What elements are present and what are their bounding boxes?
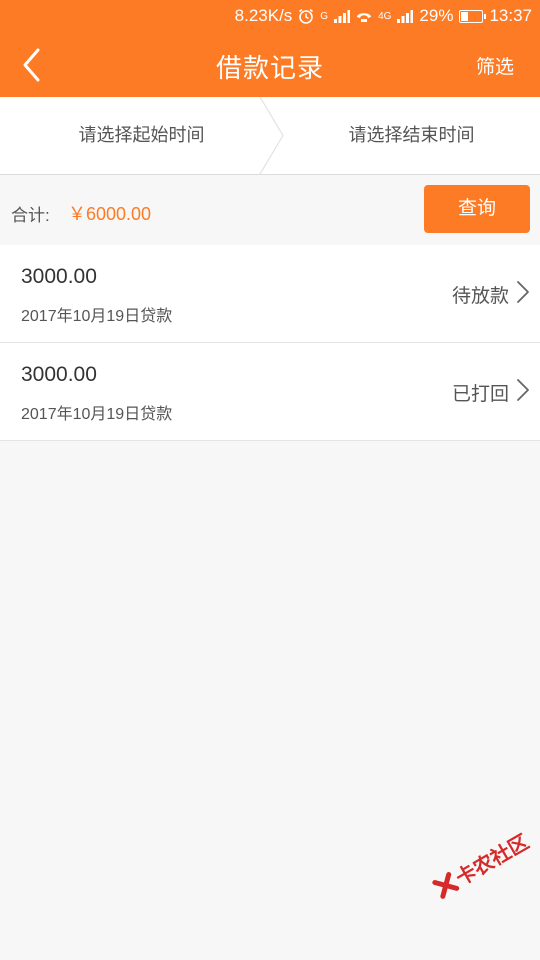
watermark: 卡农社区 [429, 826, 534, 903]
chevron-right-icon [517, 379, 529, 401]
loan-list-item[interactable]: 3000.00 2017年10月19日贷款 待放款 [0, 245, 540, 343]
battery-percent: 29% [419, 6, 454, 25]
summary-row: 合计: ￥6000.00 查询 [0, 175, 540, 245]
loan-date: 2017年10月19日贷款 [21, 406, 173, 423]
sim1-label: G [320, 10, 329, 22]
status-bar: 8.23K/s G 4G 29% 13:37 [0, 0, 540, 32]
loan-amount: 3000.00 [21, 363, 97, 386]
loan-amount: 3000.00 [21, 265, 97, 288]
watermark-text: 卡农社区 [452, 831, 533, 891]
loan-list-item[interactable]: 3000.00 2017年10月19日贷款 已打回 [0, 343, 540, 441]
signal-icon [334, 10, 351, 23]
nav-bar: 借款记录 筛选 [0, 32, 540, 97]
battery-icon [459, 9, 487, 23]
step-divider [259, 97, 284, 174]
clock: 13:37 [489, 6, 532, 25]
sim2-label: 4G [378, 10, 392, 22]
signal-icon-2 [397, 10, 414, 23]
network-speed: 8.23K/s [234, 6, 293, 25]
start-date-picker[interactable]: 请选择起始时间 [0, 97, 283, 174]
loan-list: 3000.00 2017年10月19日贷款 待放款 3000.00 2017年1… [0, 245, 540, 441]
page-title: 借款记录 [215, 53, 324, 83]
app-header: 8.23K/s G 4G 29% 13:37 借款记录 筛选 [0, 0, 540, 97]
loan-date: 2017年10月19日贷款 [21, 308, 173, 325]
chevron-right-icon [517, 281, 529, 303]
filter-button[interactable]: 筛选 [476, 52, 514, 79]
end-date-picker[interactable]: 请选择结束时间 [283, 97, 540, 174]
date-range-selector: 请选择起始时间 请选择结束时间 [0, 97, 540, 175]
loan-status: 待放款 [451, 286, 509, 307]
total-label: 合计: [11, 206, 50, 225]
query-button[interactable]: 查询 [424, 185, 530, 233]
total-amount: ￥6000.00 [68, 204, 152, 224]
alarm-icon [299, 8, 314, 24]
loan-status: 已打回 [451, 384, 509, 405]
hd-call-icon [357, 13, 372, 22]
